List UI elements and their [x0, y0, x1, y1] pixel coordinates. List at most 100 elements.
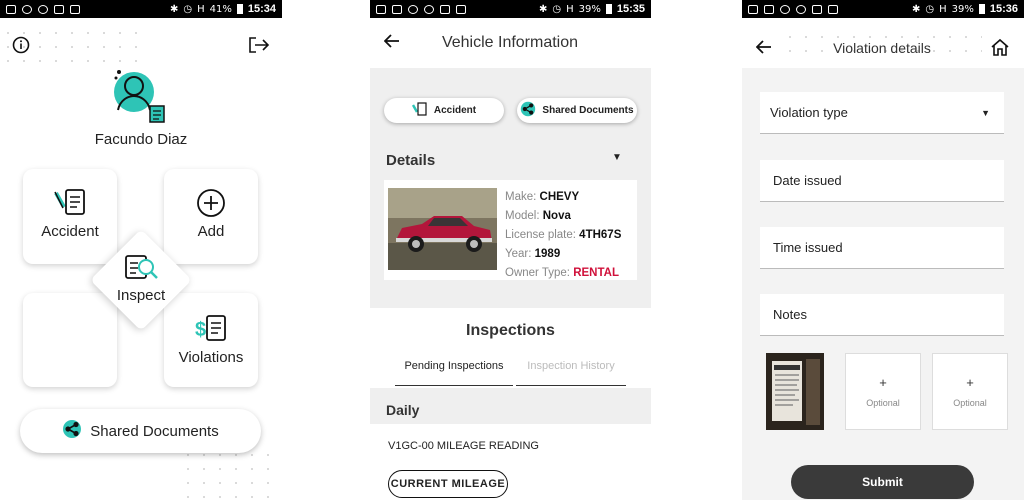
shared-documents-label: Shared Documents	[542, 105, 634, 116]
svg-text:$: $	[195, 319, 206, 341]
tab-history-label: Inspection History	[527, 360, 615, 372]
vehicle-details: Make: CHEVY Model: Nova License plate: 4…	[505, 188, 621, 283]
current-mileage-button[interactable]: CURRENT MILEAGE	[388, 470, 508, 498]
plate-value: 4TH67S	[579, 229, 622, 241]
shared-documents-button[interactable]: Shared Documents	[20, 409, 261, 453]
shared-documents-button[interactable]: Shared Documents	[517, 98, 637, 123]
violation-type-select[interactable]: Violation type ▼	[760, 92, 1004, 134]
plate-label: License plate:	[505, 229, 576, 241]
share-icon	[62, 419, 82, 444]
tab-inspection-history[interactable]: Inspection History	[516, 360, 626, 386]
empty-tile[interactable]	[23, 293, 117, 387]
home-icon[interactable]	[990, 38, 1010, 62]
tab-pending-inspections[interactable]: Pending Inspections	[395, 360, 513, 386]
logout-icon[interactable]	[248, 36, 270, 58]
accident-tile[interactable]: Accident	[23, 169, 117, 264]
phone-icon	[812, 4, 822, 14]
status-bar: ✱ ◷ H 39% 15:35	[370, 0, 651, 18]
status-time: 15:36	[989, 3, 1018, 15]
status-system-icons: ✱ ◷ H 39% 15:36	[912, 3, 1018, 15]
date-issued-label: Date issued	[773, 173, 842, 188]
optional-label: Optional	[866, 398, 900, 408]
flag-icon	[456, 4, 466, 14]
bluetooth-icon: ✱	[538, 3, 548, 15]
bluetooth-icon: ✱	[911, 3, 921, 15]
model-value: Nova	[542, 210, 571, 222]
back-arrow-icon[interactable]	[755, 40, 772, 59]
phone-icon	[54, 4, 64, 14]
signal-type: H	[566, 3, 574, 15]
battery-icon	[236, 4, 243, 14]
accident-icon	[53, 187, 87, 222]
violation-type-label: Violation type	[770, 105, 848, 120]
background-dots	[180, 448, 280, 500]
attached-photo[interactable]	[766, 353, 824, 430]
page-title: Violation details	[833, 40, 931, 56]
status-bar: ✱ ◷ H 39% 15:36	[742, 0, 1024, 18]
user-avatar-icon	[112, 66, 168, 124]
chrome-icon	[796, 4, 806, 14]
time-issued-label: Time issued	[773, 240, 843, 255]
chrome-icon	[424, 4, 434, 14]
dropdown-arrow-icon: ▼	[981, 107, 990, 118]
alarm-icon: ◷	[552, 3, 562, 15]
submit-button[interactable]: Submit	[791, 465, 974, 499]
make-value: CHEVY	[539, 191, 580, 203]
home-screen: ✱ ◷ H 41% 15:34 Facundo Diaz Accident Ad…	[0, 0, 282, 500]
chevron-down-icon[interactable]: ▼	[612, 152, 622, 163]
notes-label: Notes	[773, 307, 807, 322]
sync-icon	[408, 4, 418, 14]
status-notification-icons	[748, 4, 838, 14]
violations-tile[interactable]: $ Violations	[164, 293, 258, 387]
time-issued-field[interactable]: Time issued	[760, 227, 1004, 269]
accident-icon	[411, 102, 428, 119]
accident-button[interactable]: Accident	[384, 98, 504, 123]
owner-label: Owner Type:	[505, 267, 570, 279]
info-icon[interactable]	[12, 36, 30, 58]
notes-field[interactable]: Notes	[760, 294, 1004, 336]
status-system-icons: ✱ ◷ H 41% 15:34	[170, 3, 276, 15]
battery-percent: 39%	[578, 3, 601, 15]
page-title: Vehicle Information	[441, 34, 579, 51]
photo-slot-optional-2[interactable]: + Optional	[932, 353, 1008, 430]
status-notification-icons	[376, 4, 466, 14]
daily-item: V1GC-00 MILEAGE READING	[388, 440, 539, 452]
back-arrow-icon[interactable]	[383, 34, 400, 53]
year-value: 1989	[534, 248, 561, 260]
vehicle-photo	[388, 188, 497, 270]
signal-type: H	[197, 3, 205, 15]
battery-percent: 41%	[209, 3, 232, 15]
shared-documents-label: Shared Documents	[90, 422, 219, 440]
flag-icon	[70, 4, 80, 14]
signal-type: H	[939, 3, 947, 15]
violations-icon: $	[195, 313, 227, 348]
photo-slot-optional-1[interactable]: + Optional	[845, 353, 921, 430]
mail-icon	[376, 4, 386, 14]
mail-icon	[6, 4, 16, 14]
battery-icon	[605, 4, 612, 14]
bluetooth-icon: ✱	[169, 3, 179, 15]
inspections-heading: Inspections	[466, 322, 555, 339]
inspect-label: Inspect	[116, 287, 166, 304]
status-system-icons: ✱ ◷ H 39% 15:35	[539, 3, 645, 15]
app-bar: Vehicle Information	[370, 18, 651, 68]
alarm-icon: ◷	[183, 3, 193, 15]
image-icon	[764, 4, 774, 14]
model-label: Model:	[505, 210, 540, 222]
status-notification-icons	[6, 4, 80, 14]
plus-icon: +	[966, 375, 974, 390]
accident-label: Accident	[41, 223, 99, 240]
add-circle-icon	[195, 187, 227, 224]
flag-icon	[828, 4, 838, 14]
mail-icon	[748, 4, 758, 14]
share-icon	[520, 101, 536, 120]
inspect-icon	[123, 253, 159, 286]
daily-heading: Daily	[386, 402, 420, 418]
status-time: 15:35	[616, 3, 645, 15]
vehicle-information-screen: ✱ ◷ H 39% 15:35 Vehicle Information Acci…	[370, 0, 651, 500]
add-label: Add	[197, 223, 225, 240]
status-time: 15:34	[247, 3, 276, 15]
date-issued-field[interactable]: Date issued	[760, 160, 1004, 202]
user-name: Facundo Diaz	[94, 131, 188, 148]
add-tile[interactable]: Add	[164, 169, 258, 264]
